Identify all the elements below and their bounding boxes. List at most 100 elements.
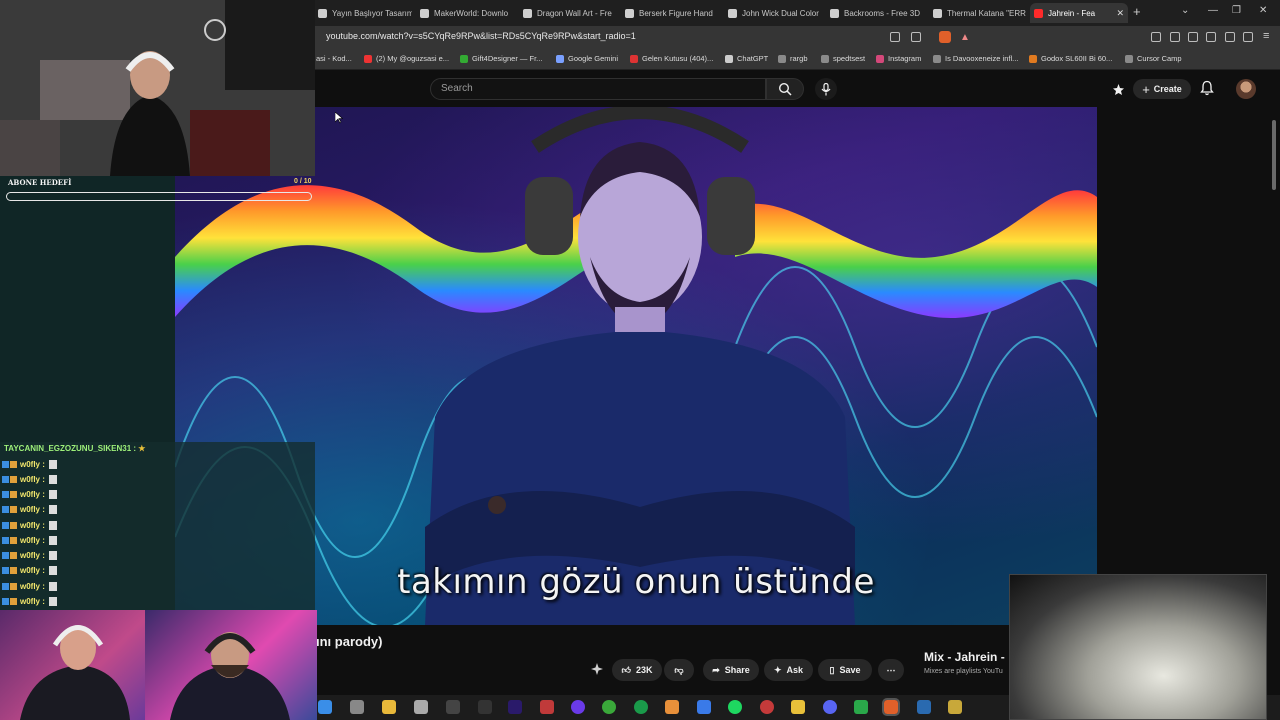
mix-title[interactable]: Mix - Jahrein - [924,650,1005,664]
bookmark[interactable]: Is Davooxeneize infl... [933,54,1018,63]
vpn-icon[interactable] [1243,32,1253,42]
notifications-button[interactable] [1200,80,1214,101]
epic-games-icon[interactable] [478,700,492,714]
tab[interactable]: MakerWorld: Downlo [416,3,514,23]
ask-button[interactable]: ✦ Ask [764,659,813,681]
voice-search-button[interactable] [815,78,837,100]
emote-icon [48,475,57,484]
new-tab-button[interactable]: + [1133,4,1141,19]
bookmark[interactable]: Cursor Camp [1125,54,1182,63]
search-box[interactable] [430,78,766,100]
taskbar-app-icon[interactable] [665,700,679,714]
taskbar-app-icon[interactable] [382,700,396,714]
save-button[interactable]: ▯ Save [818,659,872,681]
chatgpt-icon [725,54,733,63]
taskbar-app-icon[interactable] [634,700,648,714]
taskbar-app-icon[interactable] [414,700,428,714]
tab-favicon-icon [318,8,327,18]
wallet-icon[interactable] [1206,32,1216,42]
more-icon: ⋯ [886,664,896,675]
bookmark[interactable]: Godox SL60II Bi 60... [1029,54,1112,63]
tab[interactable]: Berserk Figure Hand [621,3,719,23]
steam-icon[interactable] [917,700,931,714]
taskbar-app-icon[interactable] [948,700,962,714]
search-icon [778,82,792,96]
sparkle-icon[interactable] [590,662,604,681]
start-icon[interactable] [318,700,332,714]
rewards-icon[interactable]: ▲ [960,32,970,43]
printer-camera [1009,574,1267,720]
secondary-column [1097,107,1280,627]
ask-label: Ask [786,665,804,675]
search-button[interactable] [766,78,804,100]
badge-icon [10,598,17,605]
bookmark[interactable]: rargb [778,54,808,63]
media-icon[interactable] [1170,32,1180,42]
subscriber-goal-count: 0 / 10 [294,178,312,185]
dislike-button[interactable]: 👎︎ [664,659,694,681]
obs-icon[interactable] [571,700,585,714]
create-button[interactable]: + Create [1133,79,1191,99]
file-explorer-icon[interactable] [791,700,805,714]
bookmark[interactable]: Gift4Designer — Fr... [460,54,542,63]
taskbar-app-icon[interactable] [540,700,554,714]
bookmark[interactable]: ChatGPT [725,54,768,63]
taskbar-app-icon[interactable] [350,700,364,714]
more-actions-button[interactable]: ⋯ [878,659,904,681]
bookmark[interactable]: (2) My @oguzsasi e... [364,54,449,63]
bookmark[interactable]: asi - Kod... [316,54,352,63]
brave-browser-icon[interactable] [882,698,900,716]
translate-icon[interactable] [890,32,900,42]
taskbar-app-icon[interactable] [446,700,460,714]
badge-icon [2,506,9,513]
maximize-button[interactable]: ❐ [1232,5,1241,16]
share-button[interactable]: ➦ Share [703,659,759,681]
cast-icon[interactable] [911,32,921,42]
guest-webcam [0,610,145,720]
leo-icon[interactable] [1225,32,1235,42]
bookmark[interactable]: Instagram [876,54,921,63]
tab[interactable]: Thermal Katana "ERR [929,3,1027,23]
bookmark[interactable]: Gelen Kutusu (404)... [630,54,713,63]
taskbar-app-icon[interactable] [760,700,774,714]
account-avatar[interactable] [1236,79,1256,99]
premium-icon[interactable] [1112,83,1125,101]
bookmark-icon [1125,54,1133,63]
tab-label: Thermal Katana "ERR [947,8,1026,18]
taskbar-app-icon[interactable] [697,700,711,714]
premiere-icon[interactable] [508,700,522,714]
sidebar-icon[interactable] [1188,32,1198,42]
spotify-icon[interactable] [728,700,742,714]
subscriber-goal-label: ABONE HEDEFİ [8,178,72,187]
tab[interactable]: Backrooms - Free 3D [826,3,924,23]
page-scrollbar[interactable] [1272,120,1276,190]
badge-icon [10,522,17,529]
extensions-icon[interactable] [1151,32,1161,42]
chat-message: TAYCANIN_EGZOZUNU_SIKEN31 : ★ [4,444,145,453]
bookmark[interactable]: Google Gemini [556,54,618,63]
brave-shield-icon[interactable] [939,31,951,43]
url-field[interactable]: youtube.com/watch?v=s5CYqRe9RPw&list=RDs… [326,31,636,41]
bookmark[interactable]: spedtsest [821,54,865,63]
chat-message: w0fly : [2,460,57,469]
tab[interactable]: John Wick Dual Color [724,3,822,23]
tab-list-chevron-icon[interactable]: ⌄ [1181,5,1189,16]
chat-username: w0fly : [20,521,45,530]
close-window-button[interactable]: ✕ [1259,5,1267,16]
xbox-icon[interactable] [602,700,616,714]
minimize-button[interactable]: — [1208,5,1218,16]
menu-icon[interactable]: ≡ [1263,30,1269,42]
search-input[interactable]: Search [441,83,473,94]
tab[interactable]: Dragon Wall Art - Fre [519,3,617,23]
tab-favicon-icon [830,8,839,18]
close-tab-icon[interactable]: ✕ [1116,8,1124,19]
discord-icon[interactable] [823,700,837,714]
badge-icon [2,598,9,605]
bookmark-label: Gelen Kutusu (404)... [642,54,714,63]
bookmark-icon [1029,54,1037,63]
taskbar-app-icon[interactable] [854,700,868,714]
like-button[interactable]: 👍︎ 23K [612,659,662,681]
tab-active[interactable]: Jahrein - Fea ✕ [1030,3,1128,23]
webcam-main [0,0,315,176]
tab[interactable]: Yayın Başlıyor Tasarım [314,3,412,23]
